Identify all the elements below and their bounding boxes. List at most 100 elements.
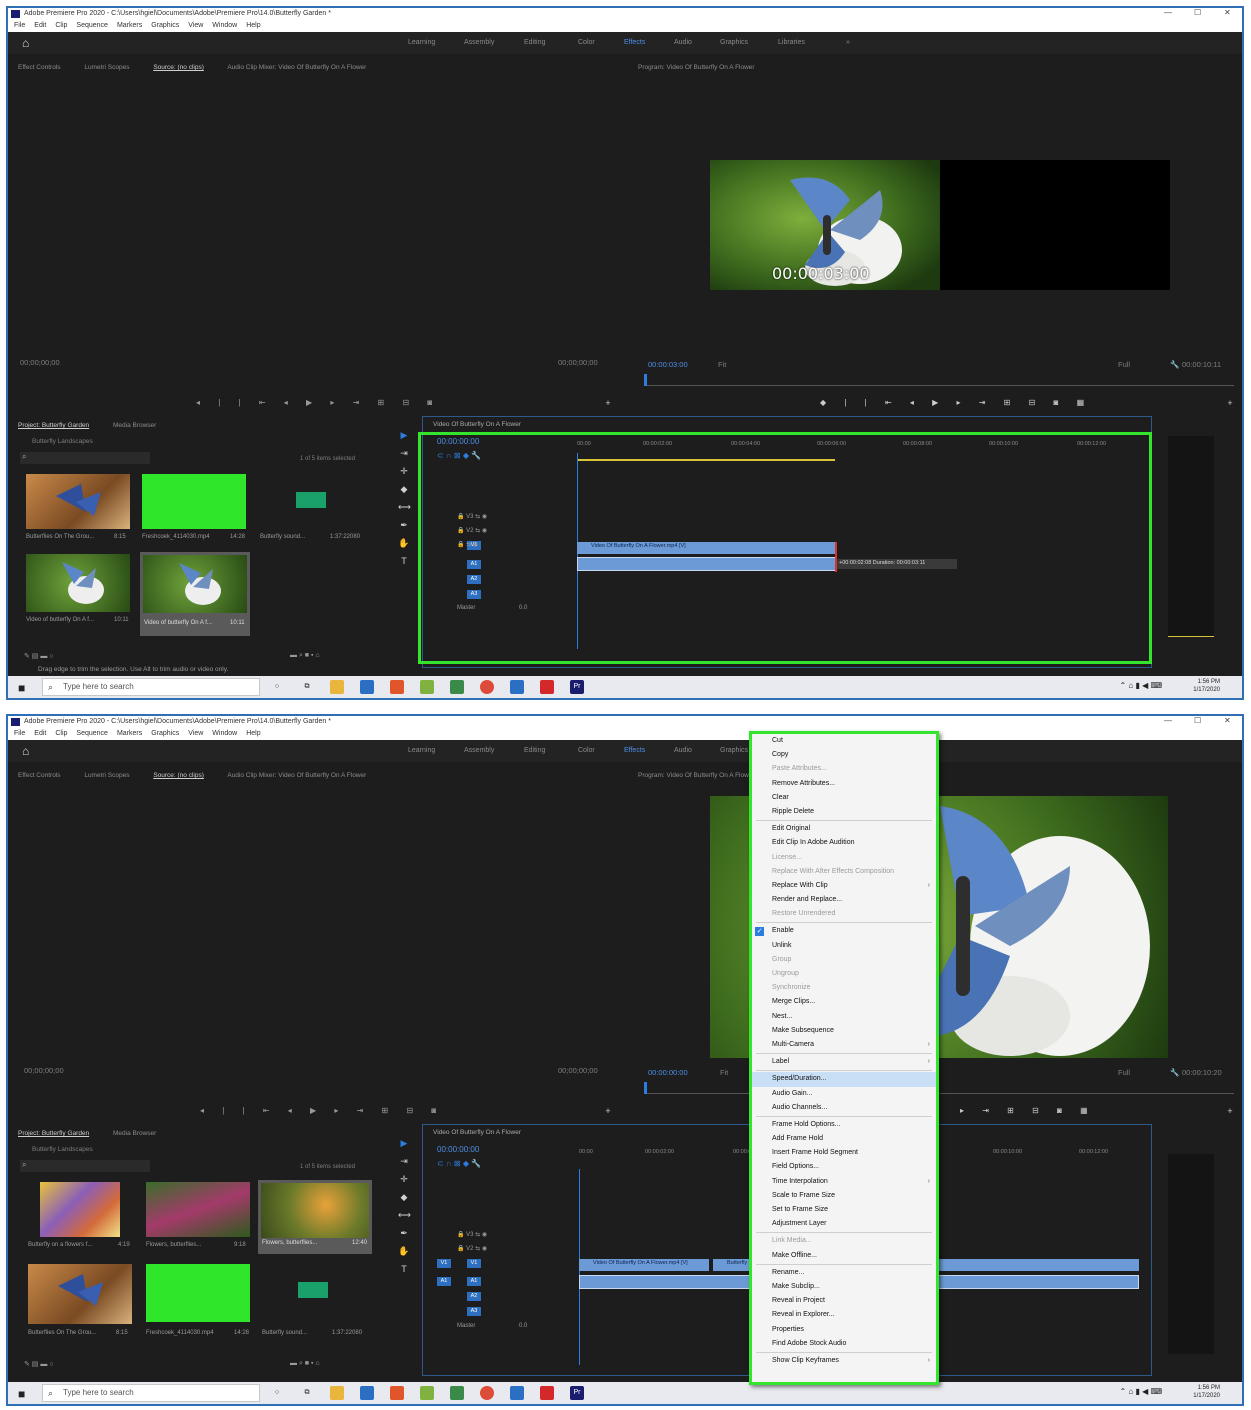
workspace-libraries[interactable]: Libraries	[778, 39, 805, 46]
slip-tool-icon[interactable]: ⟷	[398, 1210, 411, 1221]
workspace-graphics[interactable]: Graphics	[720, 747, 748, 754]
menu-item-audio-gain[interactable]: Audio Gain...	[752, 1087, 936, 1101]
workspace-effects[interactable]: Effects	[624, 39, 645, 46]
menu-item-frame-hold-options[interactable]: Frame Hold Options...	[752, 1118, 936, 1132]
master-track-value[interactable]: 0.0	[519, 605, 527, 611]
menu-item-multi-camera[interactable]: Multi-Camera ›	[752, 1038, 936, 1052]
track-v1-source-patch[interactable]: V1	[437, 1259, 451, 1268]
menu-item-find-adobe-stock-audio[interactable]: Find Adobe Stock Audio	[752, 1337, 936, 1351]
menu-item-edit-clip-in-adobe-audition[interactable]: Edit Clip In Adobe Audition	[752, 836, 936, 850]
tab-source[interactable]: Source: (no clips)	[153, 64, 204, 71]
source-transport-controls[interactable]: ◂ | | ⇤ ◂ ▶ ▸ ⇥ ⊞ ⊟ ◙	[200, 1106, 444, 1115]
menu-item-paste-attributes[interactable]: Paste Attributes...	[752, 762, 936, 776]
store-icon[interactable]	[360, 680, 374, 694]
sequence-tab[interactable]: Video Of Butterfly On A Flower	[433, 1129, 521, 1136]
track-v1-controls[interactable]: 🔒 ⇆ ◉	[457, 541, 478, 548]
track-select-tool-icon[interactable]: ⇥	[398, 448, 410, 459]
project-footer-actions[interactable]: ▬ ⌕ ■ ▪ ⌂	[290, 1360, 320, 1368]
clip-v1[interactable]: Video Of Butterfly On A Flower.mp4 [V]	[577, 542, 837, 554]
track-a2-target[interactable]: A2	[467, 575, 481, 584]
project-thumb-flowers-2[interactable]	[146, 1182, 250, 1237]
track-a1-source-patch[interactable]: A1	[437, 1277, 451, 1286]
program-transport-controls[interactable]: ◆ | | ⇤ ◂ ▶ ▸ ⇥ ⊞ ⊟ ◙ ▦	[820, 398, 1092, 407]
menu-item-link-media[interactable]: Link Media...	[752, 1234, 936, 1248]
track-a1-target[interactable]: A1	[467, 1277, 481, 1286]
menu-edit[interactable]: Edit	[34, 730, 46, 737]
chrome-icon[interactable]	[480, 1386, 494, 1400]
menu-edit[interactable]: Edit	[34, 22, 46, 29]
close-button[interactable]: ✕	[1224, 8, 1231, 20]
home-icon[interactable]: ⌂	[22, 744, 29, 758]
menu-graphics[interactable]: Graphics	[151, 22, 179, 29]
program-resolution-select[interactable]: Full	[1118, 360, 1130, 369]
menu-item-unlink[interactable]: Unlink	[752, 939, 936, 953]
source-timecode[interactable]: 00;00;00;00	[20, 358, 60, 367]
selection-tool-icon[interactable]: ▶	[398, 430, 410, 441]
tab-audio-clip-mixer[interactable]: Audio Clip Mixer: Video Of Butterfly On …	[227, 64, 366, 71]
menu-sequence[interactable]: Sequence	[76, 730, 108, 737]
menu-file[interactable]: File	[14, 730, 25, 737]
workspace-overflow-button[interactable]: »	[846, 39, 850, 46]
menu-item-edit-original[interactable]: Edit Original	[752, 822, 936, 836]
project-thumb-audio[interactable]	[260, 474, 364, 529]
menu-item-make-offline[interactable]: Make Offline...	[752, 1249, 936, 1263]
menu-item-synchronize[interactable]: Synchronize	[752, 981, 936, 995]
app-icon[interactable]	[420, 680, 434, 694]
track-v2-controls[interactable]: 🔒 V2 ⇆ ◉	[457, 1245, 487, 1252]
program-add-button-icon[interactable]: +	[1224, 1106, 1236, 1116]
menu-item-rename[interactable]: Rename...	[752, 1266, 936, 1280]
workspace-audio[interactable]: Audio	[674, 747, 692, 754]
ripple-edit-tool-icon[interactable]: ✛	[398, 466, 410, 477]
menu-item-merge-clips[interactable]: Merge Clips...	[752, 995, 936, 1009]
windows-start-icon[interactable]: ■	[18, 1387, 25, 1401]
clip-v1-a[interactable]: Video Of Butterfly On A Flower.mp4 [V]	[579, 1259, 709, 1271]
track-v3-controls[interactable]: 🔒 V3 ⇆ ◉	[457, 1231, 487, 1238]
menu-item-make-subsequence[interactable]: Make Subsequence	[752, 1024, 936, 1038]
taskbar-clock[interactable]: 1:56 PM 1/17/2020	[1193, 678, 1220, 694]
workspace-graphics[interactable]: Graphics	[720, 39, 748, 46]
maximize-button[interactable]: ☐	[1194, 716, 1201, 728]
premiere-taskbar-icon[interactable]: Pr	[570, 680, 584, 694]
app-icon[interactable]	[510, 1386, 524, 1400]
menu-markers[interactable]: Markers	[117, 730, 142, 737]
timeline-toolbar[interactable]: ⊂ ∩ ⊠ ◆ 🔧	[437, 451, 481, 460]
menu-item-speed-duration[interactable]: Speed/Duration...	[752, 1072, 936, 1087]
menu-item-remove-attributes[interactable]: Remove Attributes...	[752, 777, 936, 791]
menu-item-add-frame-hold[interactable]: Add Frame Hold	[752, 1132, 936, 1146]
menu-markers[interactable]: Markers	[117, 22, 142, 29]
menu-view[interactable]: View	[188, 22, 203, 29]
program-playhead-timecode[interactable]: 00:00:03:00	[648, 360, 688, 369]
workspace-assembly[interactable]: Assembly	[464, 747, 494, 754]
tab-media-browser[interactable]: Media Browser	[113, 422, 156, 429]
premiere-taskbar-icon[interactable]: Pr	[570, 1386, 584, 1400]
source-timecode[interactable]: 00;00;00;00	[24, 1066, 64, 1075]
system-tray-icons[interactable]: ⌃ ⌂ ▮ ◀ ⌨	[1119, 1387, 1162, 1396]
project-footer-actions[interactable]: ▬ ⌕ ■ ▪ ⌂	[290, 652, 320, 660]
clip-a1[interactable]	[577, 557, 837, 571]
menu-item-group[interactable]: Group	[752, 953, 936, 967]
project-thumb-flowers-3-selected[interactable]: Flowers, butterflies... 12:40	[258, 1180, 372, 1254]
workspace-editing[interactable]: Editing	[524, 39, 545, 46]
windows-start-icon[interactable]: ■	[18, 681, 25, 695]
tab-effect-controls[interactable]: Effect Controls	[18, 64, 61, 71]
file-explorer-icon[interactable]	[330, 680, 344, 694]
menu-item-replace-with-after-effects-composition[interactable]: Replace With After Effects Composition	[752, 865, 936, 879]
sequence-timecode[interactable]: 00:00:00:00	[437, 1145, 479, 1154]
app-icon[interactable]	[540, 1386, 554, 1400]
program-resolution-select[interactable]: Full	[1118, 1068, 1130, 1077]
tab-source[interactable]: Source: (no clips)	[153, 772, 204, 779]
type-tool-icon[interactable]: T	[398, 556, 410, 566]
sequence-tab[interactable]: Video Of Butterfly On A Flower	[433, 421, 521, 428]
app-icon[interactable]	[540, 680, 554, 694]
menu-item-adjustment-layer[interactable]: Adjustment Layer	[752, 1217, 936, 1231]
ripple-edit-tool-icon[interactable]: ✛	[398, 1174, 410, 1185]
workspace-color[interactable]: Color	[578, 747, 595, 754]
cortana-icon[interactable]: ○	[270, 680, 284, 694]
project-search-input[interactable]: ⌕	[20, 1160, 150, 1172]
selection-tool-icon[interactable]: ▶	[398, 1138, 410, 1149]
workspace-effects[interactable]: Effects	[624, 747, 645, 754]
project-footer-controls[interactable]: ✎ ▤ ▬ ○	[24, 652, 54, 660]
workspace-editing[interactable]: Editing	[524, 747, 545, 754]
tab-lumetri-scopes[interactable]: Lumetri Scopes	[84, 64, 129, 71]
minimize-button[interactable]: —	[1164, 716, 1172, 728]
